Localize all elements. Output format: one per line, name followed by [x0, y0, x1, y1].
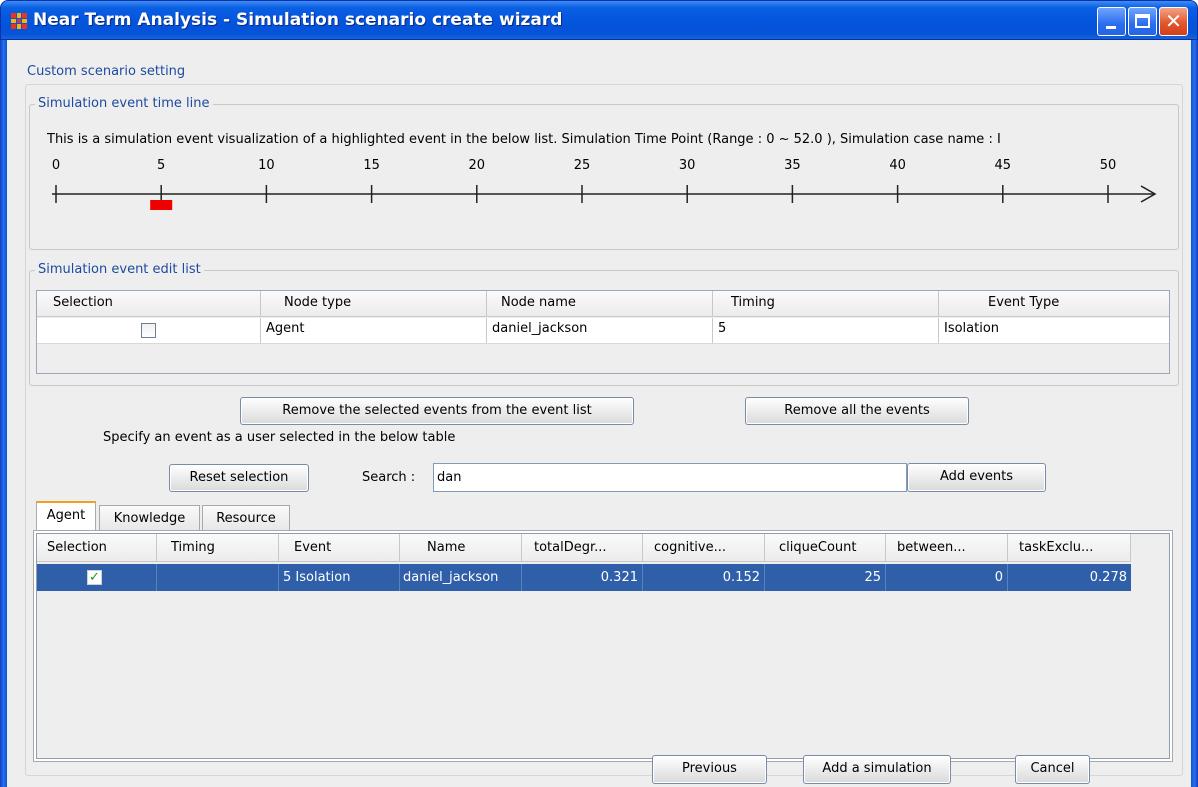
row-event[interactable]: 5 Isolation [279, 564, 400, 591]
row-betweenness[interactable]: 0 [886, 564, 1008, 591]
tab-resource[interactable]: Resource [202, 505, 290, 531]
timeline-description: This is a simulation event visualization… [47, 132, 1001, 147]
timeline-legend: Simulation event time line [35, 96, 213, 111]
row-timing[interactable] [157, 564, 279, 591]
col-header-clique-count[interactable]: cliqueCount [765, 534, 886, 561]
col-header-task-exclusivity[interactable]: taskExclu... [1008, 534, 1131, 561]
tab-panel-agent: Selection Timing Event Name totalDegr...… [33, 530, 1173, 762]
row-name[interactable]: daniel_jackson [400, 564, 522, 591]
row-selection-cell: ✓ [37, 564, 157, 591]
tab-agent[interactable]: Agent [36, 501, 96, 532]
minimize-icon [1106, 26, 1116, 29]
timeline-tick-label: 15 [363, 158, 380, 173]
row-event-type[interactable]: Isolation [939, 318, 1169, 343]
row-task-exclusivity[interactable]: 0.278 [1008, 564, 1131, 591]
col-header-total-degree[interactable]: totalDegr... [522, 534, 643, 561]
row-timing[interactable]: 5 [713, 318, 939, 343]
close-button[interactable]: ✕ [1159, 7, 1188, 36]
timeline-tick-label: 35 [784, 158, 801, 173]
add-simulation-button[interactable]: Add a simulation [803, 755, 951, 784]
timeline-tick-label: 50 [1099, 158, 1117, 173]
timeline-tick-label: 45 [994, 158, 1012, 173]
col-header-selection[interactable]: Selection [37, 291, 261, 316]
title-bar[interactable]: Near Term Analysis - Simulation scenario… [0, 0, 1198, 40]
row-checkbox-checked[interactable]: ✓ [87, 570, 102, 585]
window-frame-right [1191, 40, 1198, 787]
col-header-event[interactable]: Event [279, 534, 400, 561]
row-total-degree[interactable]: 0.321 [522, 564, 643, 591]
timeline-tick-label: 20 [468, 158, 486, 173]
window-title: Near Term Analysis - Simulation scenario… [33, 10, 563, 30]
col-header-timing[interactable]: Timing [713, 291, 939, 316]
window-frame-left [0, 40, 7, 787]
maximize-button[interactable] [1128, 7, 1157, 36]
add-events-button[interactable]: Add events [907, 463, 1046, 492]
minimize-button[interactable] [1097, 7, 1126, 36]
close-icon: ✕ [1165, 9, 1182, 33]
dialog-content: Custom scenario setting Simulation event… [7, 40, 1191, 787]
col-header-selection[interactable]: Selection [37, 534, 157, 561]
timeline-tick-label: 10 [258, 158, 275, 173]
event-list-legend: Simulation event edit list [35, 262, 204, 277]
reset-selection-button[interactable]: Reset selection [169, 464, 309, 492]
row-selection-cell [37, 318, 261, 343]
instruction-text: Specify an event as a user selected in t… [103, 430, 456, 445]
search-input[interactable]: dan [433, 463, 907, 492]
remove-selected-events-button[interactable]: Remove the selected events from the even… [240, 397, 634, 425]
row-cognitive[interactable]: 0.152 [643, 564, 765, 591]
maximize-icon [1135, 14, 1150, 28]
app-icon [11, 13, 27, 29]
col-header-node-type[interactable]: Node type [261, 291, 487, 316]
timeline-event-marker[interactable] [150, 200, 173, 210]
timeline-tick-label: 30 [678, 158, 696, 173]
timeline-tick-label: 5 [157, 158, 166, 173]
col-header-cognitive[interactable]: cognitive... [643, 534, 765, 561]
timeline-tick-label: 0 [51, 158, 61, 173]
col-header-node-name[interactable]: Node name [487, 291, 713, 316]
previous-button[interactable]: Previous [652, 755, 767, 784]
timeline-tick-label: 25 [573, 158, 591, 173]
row-node-type[interactable]: Agent [261, 318, 487, 343]
event-list-table: Selection Node type Node name Timing Eve… [36, 290, 1170, 374]
node-table: Selection Timing Event Name totalDegr...… [36, 533, 1170, 759]
col-header-betweenness[interactable]: between... [886, 534, 1008, 561]
col-header-timing[interactable]: Timing [157, 534, 279, 561]
table-row[interactable]: Agent daniel_jackson 5 Isolation [37, 318, 1169, 344]
remove-all-events-button[interactable]: Remove all the events [745, 397, 969, 425]
node-table-header: Selection Timing Event Name totalDegr...… [37, 534, 1131, 562]
timeline-group [29, 104, 1179, 250]
timeline-tick-label: 40 [889, 158, 906, 173]
custom-scenario-legend: Custom scenario setting [27, 64, 186, 79]
search-label: Search : [362, 470, 416, 485]
table-row[interactable]: ✓ 5 Isolation daniel_jackson 0.321 0.152… [37, 564, 1131, 591]
col-header-name[interactable]: Name [400, 534, 522, 561]
event-list-header: Selection Node type Node name Timing Eve… [37, 291, 1169, 317]
timeline-axis [52, 185, 1157, 210]
tab-knowledge[interactable]: Knowledge [99, 505, 200, 531]
col-header-event-type[interactable]: Event Type [939, 291, 1169, 316]
cancel-button[interactable]: Cancel [1015, 755, 1090, 784]
row-checkbox[interactable] [141, 323, 156, 338]
row-node-name[interactable]: daniel_jackson [487, 318, 713, 343]
row-clique-count[interactable]: 25 [765, 564, 886, 591]
